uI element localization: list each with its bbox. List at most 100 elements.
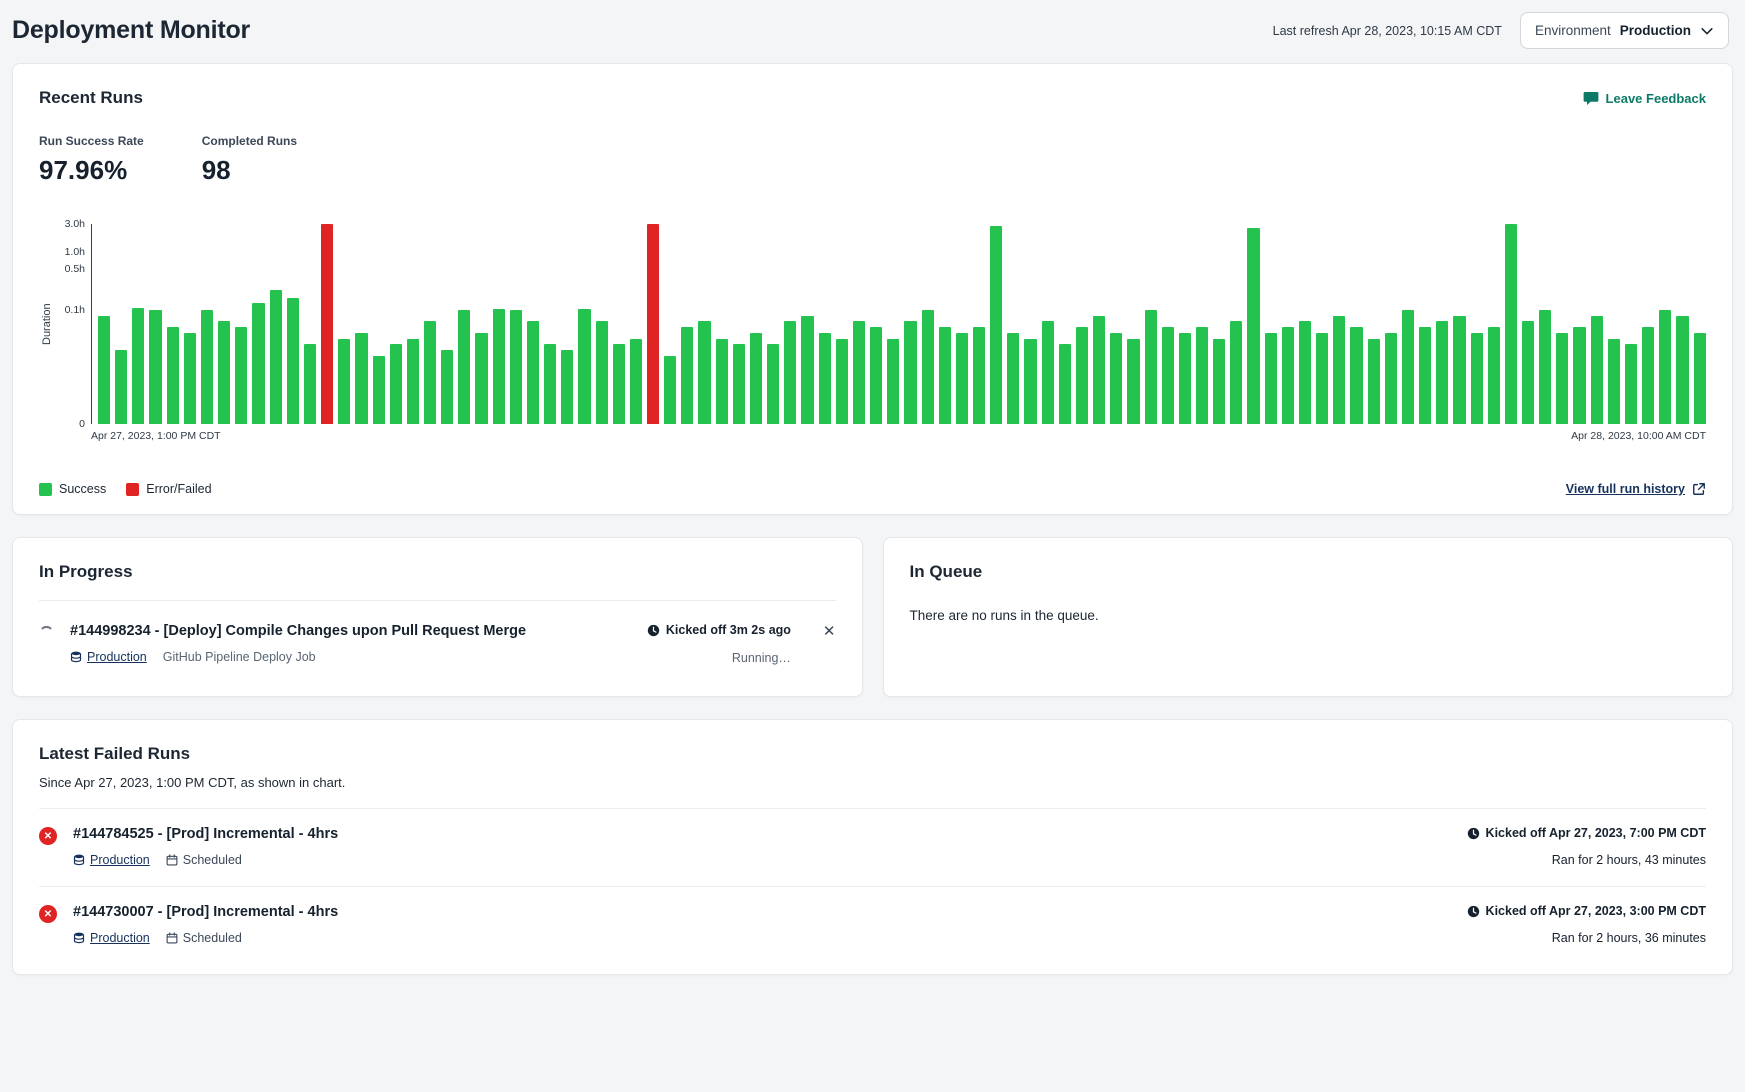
chart-bar[interactable] (1471, 333, 1483, 424)
chart-bar[interactable] (1539, 310, 1551, 424)
chart-bar[interactable] (1162, 327, 1174, 424)
chart-bar[interactable] (1145, 310, 1157, 424)
chart-bar[interactable] (578, 309, 590, 424)
chart-bar[interactable] (1316, 333, 1328, 424)
chart-bar[interactable] (1196, 327, 1208, 424)
chart-bar[interactable] (1522, 321, 1534, 424)
chart-bar[interactable] (475, 333, 487, 424)
chart-bar[interactable] (990, 226, 1002, 424)
chart-bar[interactable] (767, 344, 779, 424)
chart-bar[interactable] (458, 310, 470, 424)
chart-bar[interactable] (493, 309, 505, 424)
view-full-run-history-link[interactable]: View full run history (1566, 482, 1706, 496)
chart-bar[interactable] (630, 339, 642, 425)
chart-bar[interactable] (252, 303, 264, 424)
chart-bar[interactable] (973, 327, 985, 424)
chart-bar[interactable] (1368, 339, 1380, 425)
chart-bar[interactable] (836, 339, 848, 425)
chart-bar[interactable] (1573, 327, 1585, 424)
chart-bar[interactable] (1265, 333, 1277, 424)
in-progress-environment-link[interactable]: Production (70, 650, 147, 664)
chart-bar[interactable] (1282, 327, 1294, 424)
chart-bar[interactable] (1625, 344, 1637, 424)
chart-bar[interactable] (1556, 333, 1568, 424)
chart-bar[interactable] (115, 350, 127, 424)
chart-bar[interactable] (1676, 316, 1688, 424)
chart-bar[interactable] (561, 350, 573, 424)
chart-bar[interactable] (853, 321, 865, 424)
chart-bar[interactable] (1007, 333, 1019, 424)
chart-bar[interactable] (167, 327, 179, 424)
chart-bar[interactable] (1059, 344, 1071, 424)
chart-bar[interactable] (1436, 321, 1448, 424)
chart-bar[interactable] (149, 310, 161, 424)
chart-bar[interactable] (664, 356, 676, 424)
chart-bar[interactable] (1230, 321, 1242, 424)
chart-bar[interactable] (613, 344, 625, 424)
chart-bar[interactable] (1093, 316, 1105, 424)
chart-bar[interactable] (1659, 310, 1671, 424)
chart-bar[interactable] (801, 316, 813, 424)
chart-bar[interactable] (1642, 327, 1654, 424)
chart-bar[interactable] (287, 298, 299, 424)
chart-bar[interactable] (647, 224, 659, 424)
chart-bar[interactable] (681, 327, 693, 424)
chart-bar[interactable] (1213, 339, 1225, 425)
chart-bar[interactable] (596, 321, 608, 424)
chart-bar[interactable] (784, 321, 796, 424)
chart-bar[interactable] (1505, 224, 1517, 424)
environment-dropdown[interactable]: Environment Production (1520, 12, 1729, 49)
chart-bar[interactable] (235, 327, 247, 424)
chart-bar[interactable] (939, 327, 951, 424)
chart-bar[interactable] (956, 333, 968, 424)
chart-bar[interactable] (373, 356, 385, 424)
chart-bar[interactable] (270, 290, 282, 424)
chart-bar[interactable] (1042, 321, 1054, 424)
chart-bar[interactable] (184, 333, 196, 424)
chart-bar[interactable] (870, 327, 882, 424)
chart-bar[interactable] (1127, 339, 1139, 425)
chart-bar[interactable] (1488, 327, 1500, 424)
chart-bar[interactable] (201, 310, 213, 424)
chart-bar[interactable] (441, 350, 453, 424)
chart-bar[interactable] (698, 321, 710, 424)
chart-bar[interactable] (304, 344, 316, 424)
chart-bar[interactable] (321, 224, 333, 424)
chart-bar[interactable] (1179, 333, 1191, 424)
chart-bar[interactable] (1608, 339, 1620, 425)
chart-bar[interactable] (1350, 327, 1362, 424)
chart-bar[interactable] (132, 308, 144, 424)
chart-bar[interactable] (1299, 321, 1311, 424)
chart-bar[interactable] (355, 333, 367, 424)
chart-bar[interactable] (1385, 333, 1397, 424)
chart-bar[interactable] (98, 316, 110, 424)
failed-run-environment-link[interactable]: Production (73, 931, 150, 945)
chart-bar[interactable] (407, 339, 419, 425)
chart-bar[interactable] (819, 333, 831, 424)
chart-bar[interactable] (510, 310, 522, 424)
chart-bar[interactable] (1247, 228, 1259, 424)
chart-bar[interactable] (716, 339, 728, 425)
chart-bar[interactable] (1024, 339, 1036, 425)
chart-bar[interactable] (1453, 316, 1465, 424)
chart-bar[interactable] (544, 344, 556, 424)
chart-bar[interactable] (1694, 333, 1706, 424)
chart-bar[interactable] (1076, 327, 1088, 424)
chart-bar[interactable] (1419, 327, 1431, 424)
chart-bar[interactable] (390, 344, 402, 424)
chart-bar[interactable] (904, 321, 916, 424)
chart-bar[interactable] (750, 333, 762, 424)
close-icon[interactable]: ✕ (823, 624, 836, 639)
chart-bar[interactable] (733, 344, 745, 424)
leave-feedback-link[interactable]: Leave Feedback (1583, 90, 1706, 106)
failed-run-environment-link[interactable]: Production (73, 853, 150, 867)
chart-bar[interactable] (922, 310, 934, 424)
chart-bar[interactable] (424, 321, 436, 424)
chart-bar[interactable] (1333, 316, 1345, 424)
chart-bar[interactable] (338, 339, 350, 425)
chart-bar[interactable] (1402, 310, 1414, 424)
chart-bar[interactable] (1591, 316, 1603, 424)
chart-bar[interactable] (887, 339, 899, 425)
chart-bar[interactable] (218, 321, 230, 424)
chart-bar[interactable] (1110, 333, 1122, 424)
